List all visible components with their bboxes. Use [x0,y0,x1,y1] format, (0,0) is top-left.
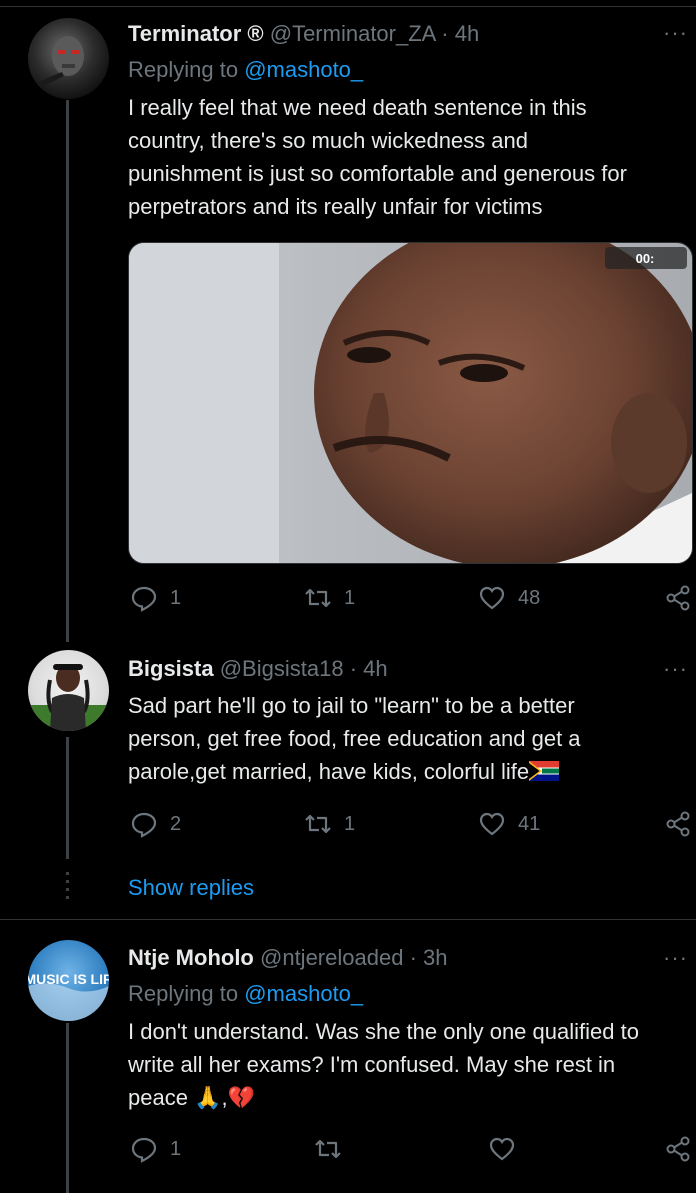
tweet-line-last: parole,get married, have kids, colorful … [128,755,694,788]
replying-to: Replying to @mashoto_ [128,981,363,1007]
replying-prefix: Replying to [128,57,239,82]
avatar[interactable] [28,18,109,99]
thread-line [66,100,69,642]
top-divider [0,6,696,7]
separator: · [441,21,449,46]
share-icon [666,585,690,611]
thread-line [66,1023,69,1193]
timestamp[interactable]: 4h [455,21,479,46]
tweet-header: Bigsista @Bigsista18 · 4h [128,656,388,682]
tweet-line: write all her exams? I'm confused. May s… [128,1052,616,1077]
heart-icon [479,812,505,836]
reply-icon [131,1137,157,1163]
avatar-text: MUSIC IS LIF [28,971,109,987]
more-options-icon[interactable]: ··· [663,945,688,971]
reply-icon [131,812,157,838]
tweet-line: punishment is just so comfortable and ge… [128,161,627,186]
retweet-count: 1 [344,812,356,835]
south-africa-flag-icon [529,761,560,781]
tweet-line: parole,get married, have kids, colorful … [128,759,530,784]
tweet-text: Sad part he'll go to jail to "learn" to … [128,689,694,788]
share-icon [666,811,690,837]
tweet-text: I really feel that we need death sentenc… [128,91,694,223]
music-avatar-icon: MUSIC IS LIF [28,971,109,1021]
handle[interactable]: @ntjereloaded [260,945,403,970]
share-button[interactable] [664,809,692,839]
timestamp[interactable]: 3h [423,945,447,970]
share-icon [666,1136,690,1162]
tweet-text: I don't understand. Was she the only one… [128,1015,694,1114]
share-button[interactable] [664,583,692,613]
like-button[interactable] [488,1134,516,1164]
avatar[interactable]: MUSIC IS LIF [28,940,109,1021]
timestamp[interactable]: 4h [363,656,387,681]
reply-count: 2 [170,812,182,835]
retweet-icon [315,1139,341,1159]
tweet-line: Sad part he'll go to jail to "learn" to … [128,693,575,718]
thread-line [66,737,69,859]
more-options-icon[interactable]: ··· [663,20,688,46]
tweet-line: peace [128,1085,188,1110]
like-button[interactable]: 41 [478,809,540,839]
heart-icon [479,586,505,610]
retweet-button[interactable]: 1 [304,583,355,613]
terminator-avatar-icon [33,36,84,90]
tweet-header: Terminator ® @Terminator_ZA · 4h [128,21,479,47]
tweet-line-last: peace 🙏,💔 [128,1081,694,1114]
tweet-line: I don't understand. Was she the only one… [128,1019,639,1044]
retweet-count: 1 [344,586,356,609]
display-name[interactable]: Bigsista [128,656,214,681]
separator: · [409,945,417,970]
tweet-line: country, there's so much wickedness and [128,128,528,153]
mention-link[interactable]: @mashoto_ [244,981,363,1006]
show-replies-link[interactable]: Show replies [128,875,254,901]
handle[interactable]: @Terminator_ZA [270,21,435,46]
reply-button[interactable]: 2 [130,809,181,839]
like-button[interactable]: 48 [478,583,540,613]
tweet-line: I really feel that we need death sentenc… [128,95,587,120]
video-time-badge: 00: [636,251,655,266]
reply-count: 1 [170,586,182,609]
display-name[interactable]: Ntje Moholo [128,945,254,970]
tweet-media-image[interactable]: 00: [128,242,693,564]
reply-button[interactable]: 1 [130,583,181,613]
reply-count: 1 [170,1137,182,1160]
like-count: 41 [518,812,541,835]
replying-to: Replying to @mashoto_ [128,57,363,83]
tweet-line: person, get free food, free education an… [128,726,581,751]
heart-icon [489,1137,515,1161]
like-count: 48 [518,586,541,609]
divider [0,919,696,920]
retweet-button[interactable] [314,1134,342,1164]
avatar[interactable] [28,650,109,731]
share-button[interactable] [664,1134,692,1164]
display-name[interactable]: Terminator ® [128,21,264,46]
retweet-icon [305,588,331,608]
replying-prefix: Replying to [128,981,239,1006]
tweet-header: Ntje Moholo @ntjereloaded · 3h [128,945,448,971]
handle[interactable]: @Bigsista18 [220,656,344,681]
retweet-button[interactable]: 1 [304,809,355,839]
mention-link[interactable]: @mashoto_ [244,57,363,82]
more-options-icon[interactable]: ··· [663,656,688,682]
thread-dots [66,872,69,904]
separator: · [349,656,358,681]
retweet-icon [305,814,331,834]
tweet-line: perpetrators and its really unfair for v… [128,194,543,219]
person-avatar-icon [28,664,109,731]
reply-icon [131,586,157,612]
emoji-text: 🙏,💔 [194,1085,255,1110]
reply-button[interactable]: 1 [130,1134,181,1164]
crying-man-photo: 00: [129,243,692,563]
